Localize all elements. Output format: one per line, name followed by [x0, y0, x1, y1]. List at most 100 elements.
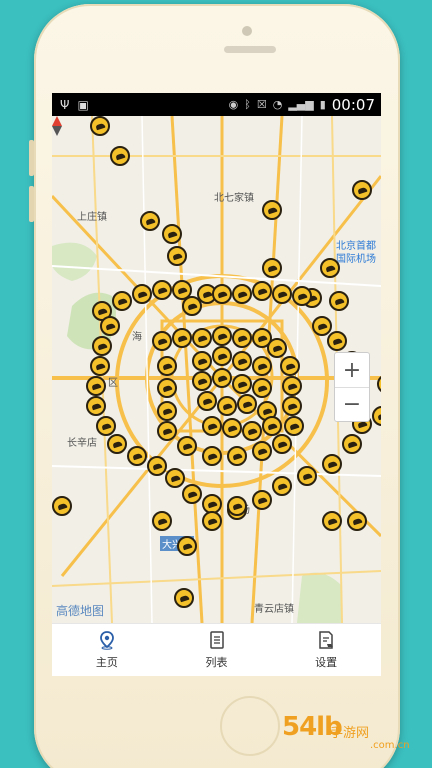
vehicle-marker[interactable] [237, 394, 257, 414]
usb-icon: Ψ [60, 97, 70, 112]
vehicle-marker[interactable] [227, 496, 247, 516]
vehicle-marker[interactable] [86, 376, 106, 396]
zoom-in-button[interactable]: + [335, 353, 369, 387]
vehicle-marker[interactable] [252, 281, 272, 301]
vehicle-marker[interactable] [162, 224, 182, 244]
notification-icon: ▣ [77, 97, 89, 112]
place-label: 上庄镇 [77, 212, 107, 223]
vehicle-marker[interactable] [152, 331, 172, 351]
vehicle-marker[interactable] [320, 258, 340, 278]
vehicle-marker[interactable] [192, 371, 212, 391]
vehicle-marker[interactable] [212, 326, 232, 346]
vehicle-marker[interactable] [192, 328, 212, 348]
vehicle-marker[interactable] [217, 396, 237, 416]
vehicle-marker[interactable] [140, 211, 160, 231]
vehicle-marker[interactable] [322, 454, 342, 474]
zoom-out-button[interactable]: − [335, 387, 369, 421]
vehicle-marker[interactable] [157, 401, 177, 421]
vehicle-marker[interactable] [212, 368, 232, 388]
vehicle-marker[interactable] [252, 441, 272, 461]
vehicle-marker[interactable] [192, 351, 212, 371]
vehicle-marker[interactable] [157, 378, 177, 398]
vehicle-marker[interactable] [262, 200, 282, 220]
vehicle-marker[interactable] [262, 258, 282, 278]
vehicle-marker[interactable] [90, 116, 110, 136]
vehicle-marker[interactable] [272, 284, 292, 304]
vehicle-marker[interactable] [280, 356, 300, 376]
vehicle-marker[interactable] [242, 421, 262, 441]
vehicle-marker[interactable] [352, 180, 372, 200]
vehicle-marker[interactable] [212, 346, 232, 366]
vehicle-marker[interactable] [112, 291, 132, 311]
vehicle-marker[interactable] [347, 511, 367, 531]
place-label: 海 [132, 332, 142, 343]
vehicle-marker[interactable] [252, 490, 272, 510]
vehicle-marker[interactable] [147, 456, 167, 476]
vehicle-marker[interactable] [342, 434, 362, 454]
vehicle-marker[interactable] [107, 434, 127, 454]
vehicle-marker[interactable] [157, 421, 177, 441]
vehicle-marker[interactable] [284, 416, 304, 436]
vehicle-marker[interactable] [202, 416, 222, 436]
vehicle-marker[interactable] [329, 291, 349, 311]
vehicle-marker[interactable] [174, 588, 194, 608]
tab-home[interactable]: 主页 [52, 624, 162, 676]
app-screen: Ψ ▣ ◉ ᛒ ☒ ◔ ▂▄▆ ▮ 00:07 北七家镇 上庄镇 北京首都 国际… [52, 93, 381, 676]
map-provider-logo: 高德地图 [56, 604, 105, 618]
vehicle-marker[interactable] [167, 246, 187, 266]
vehicle-marker[interactable] [282, 396, 302, 416]
vehicle-marker[interactable] [165, 468, 185, 488]
vehicle-marker[interactable] [252, 378, 272, 398]
vehicle-marker[interactable] [222, 418, 242, 438]
signal-icon: ▂▄▆ [288, 98, 314, 111]
volume-up-button [29, 140, 34, 176]
compass-icon[interactable] [52, 116, 62, 136]
vehicle-marker[interactable] [252, 356, 272, 376]
vehicle-marker[interactable] [282, 376, 302, 396]
vehicle-marker[interactable] [197, 391, 217, 411]
tab-settings[interactable]: 设置 [271, 624, 381, 676]
vehicle-marker[interactable] [227, 446, 247, 466]
vehicle-marker[interactable] [312, 316, 332, 336]
vehicle-marker[interactable] [182, 484, 202, 504]
vehicle-marker[interactable] [52, 496, 72, 516]
volume-down-button [29, 186, 34, 222]
vehicle-marker[interactable] [202, 446, 222, 466]
vehicle-marker[interactable] [232, 351, 252, 371]
vehicle-marker[interactable] [127, 446, 147, 466]
vehicle-marker[interactable] [232, 374, 252, 394]
vehicle-marker[interactable] [292, 286, 312, 306]
vehicle-marker[interactable] [172, 328, 192, 348]
clock: 00:07 [331, 95, 375, 114]
vehicle-marker[interactable] [212, 284, 232, 304]
map-view[interactable]: 北七家镇 上庄镇 北京首都 国际机场 海 区 长辛店 机场 青云店镇 大兴区 高… [52, 116, 381, 623]
tab-list[interactable]: 列表 [162, 624, 272, 676]
vehicle-marker[interactable] [157, 356, 177, 376]
vehicle-marker[interactable] [110, 146, 130, 166]
vehicle-marker[interactable] [327, 331, 347, 351]
vehicle-marker[interactable] [272, 434, 292, 454]
vehicle-marker[interactable] [297, 466, 317, 486]
vehicle-marker[interactable] [177, 536, 197, 556]
home-button[interactable] [220, 696, 280, 756]
vehicle-marker[interactable] [96, 416, 116, 436]
bottom-tab-bar: 主页 列表 设置 [52, 623, 381, 676]
vehicle-marker[interactable] [322, 511, 342, 531]
vehicle-marker[interactable] [152, 511, 172, 531]
place-label: 国际机场 [336, 254, 376, 265]
vehicle-marker[interactable] [232, 284, 252, 304]
vehicle-marker[interactable] [92, 336, 112, 356]
vehicle-marker[interactable] [90, 356, 110, 376]
vehicle-marker[interactable] [86, 396, 106, 416]
watermark-domain: .com.cn [370, 740, 410, 751]
vehicle-marker[interactable] [177, 436, 197, 456]
vehicle-marker[interactable] [132, 284, 152, 304]
vehicle-marker[interactable] [202, 511, 222, 531]
location-pin-icon [99, 631, 114, 650]
vehicle-marker[interactable] [272, 476, 292, 496]
vehicle-marker[interactable] [100, 316, 120, 336]
vehicle-marker[interactable] [262, 416, 282, 436]
vehicle-marker[interactable] [267, 338, 287, 358]
vehicle-marker[interactable] [232, 328, 252, 348]
vehicle-marker[interactable] [152, 280, 172, 300]
